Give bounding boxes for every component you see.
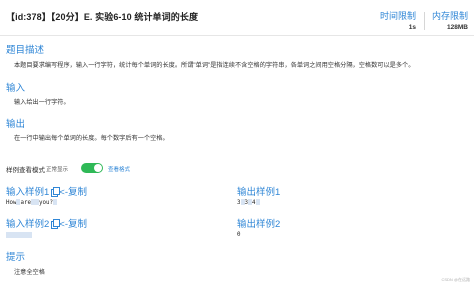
sample-output-2-heading: 输出样例2	[237, 219, 281, 230]
hint-text: 注意全空格	[14, 269, 45, 276]
hint-heading: 提示	[6, 252, 26, 263]
whitespace-marker	[52, 199, 57, 205]
copy-sample-1-button[interactable]: <-复制	[59, 187, 87, 198]
time-limit-value: 1s	[408, 24, 416, 31]
sample-mode-normal-label: 正常显示	[46, 167, 69, 173]
sample-input-1-title: 输入样例1	[6, 187, 50, 198]
description-text: 本题目要求编写程序，输入一行字符，统计每个单词的长度。所谓"单词"是指连续不含空…	[14, 62, 415, 69]
input-heading: 输入	[6, 83, 26, 94]
copy-icon[interactable]	[51, 219, 61, 229]
sample-input-1-word: How	[6, 200, 17, 206]
sample-input-1-heading: 输入样例1 <-复制	[6, 184, 87, 198]
output-text: 在一行中输出每个单词的长度。每个数字后有一个空格。	[14, 135, 169, 142]
view-format-link[interactable]: 查看格式	[108, 165, 130, 173]
sample-input-1-content: How are you?	[6, 199, 57, 206]
sample-input-1-word: you?	[38, 200, 53, 206]
memory-limit-value: 128MB	[447, 24, 468, 31]
copy-sample-2-button[interactable]: <-复制	[59, 219, 87, 230]
output-heading: 输出	[6, 119, 26, 130]
sample-mode-label: 样例查看模式	[6, 167, 45, 174]
sample-output-1-content: 334	[237, 199, 260, 206]
problem-title: 【id:378】【20分】E. 实验6-10 统计单词的长度	[6, 12, 199, 22]
time-limit: 时间限制 1s	[380, 11, 416, 32]
footer-watermark: CSDN @在远路	[441, 277, 470, 282]
description-heading: 题目描述	[6, 45, 45, 56]
time-limit-label: 时间限制	[380, 11, 417, 21]
sample-input-2-title: 输入样例2	[6, 219, 50, 230]
whitespace-marker	[6, 232, 32, 238]
problem-header: 【id:378】【20分】E. 实验6-10 统计单词的长度 时间限制 1s 内…	[0, 0, 474, 36]
input-text: 输入给出一行字符。	[14, 99, 70, 106]
toggle-knob	[94, 164, 102, 172]
copy-icon[interactable]	[51, 187, 61, 197]
memory-limit-label: 内存限制	[431, 11, 468, 21]
sample-input-2-heading: 输入样例2 <-复制	[6, 216, 87, 230]
header-divider	[424, 12, 425, 30]
sample-input-1-word: are	[20, 200, 31, 206]
whitespace-marker	[255, 199, 260, 205]
memory-limit: 内存限制 128MB	[428, 11, 468, 32]
sample-input-2-content	[6, 232, 32, 239]
sample-mode-toggle[interactable]	[81, 163, 103, 173]
sample-output-1-heading: 输出样例1	[237, 187, 281, 198]
sample-output-2-content: 0	[237, 232, 241, 238]
